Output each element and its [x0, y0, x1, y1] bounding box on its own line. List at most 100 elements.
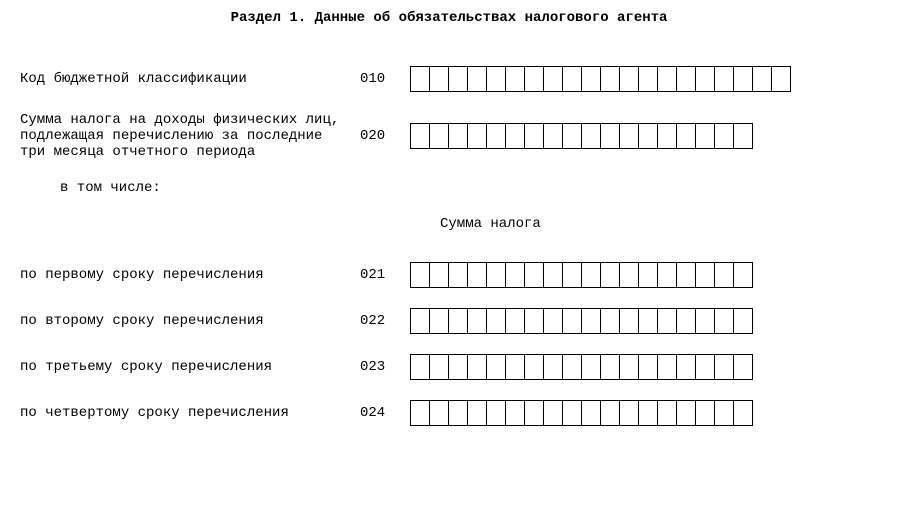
input-cell[interactable]: [771, 66, 791, 92]
input-cell[interactable]: [638, 66, 658, 92]
input-cell[interactable]: [562, 262, 582, 288]
input-cell[interactable]: [714, 262, 734, 288]
input-cell[interactable]: [676, 66, 696, 92]
input-cell[interactable]: [695, 262, 715, 288]
input-cell[interactable]: [733, 354, 753, 380]
input-cell[interactable]: [562, 354, 582, 380]
input-cell[interactable]: [467, 354, 487, 380]
input-cell[interactable]: [410, 354, 430, 380]
input-cell[interactable]: [695, 123, 715, 149]
input-cell[interactable]: [543, 123, 563, 149]
input-cell[interactable]: [638, 354, 658, 380]
input-cell[interactable]: [448, 123, 468, 149]
input-cell[interactable]: [524, 354, 544, 380]
input-cell[interactable]: [695, 66, 715, 92]
input-cell[interactable]: [562, 123, 582, 149]
input-cell[interactable]: [714, 123, 734, 149]
input-cell[interactable]: [448, 66, 468, 92]
input-cell[interactable]: [581, 123, 601, 149]
input-cell[interactable]: [448, 262, 468, 288]
input-cell[interactable]: [467, 66, 487, 92]
input-cell[interactable]: [486, 354, 506, 380]
input-cell[interactable]: [600, 123, 620, 149]
input-cell[interactable]: [638, 308, 658, 334]
input-cell[interactable]: [505, 354, 525, 380]
input-cell[interactable]: [467, 400, 487, 426]
input-cell[interactable]: [657, 354, 677, 380]
input-cell[interactable]: [714, 308, 734, 334]
input-cell[interactable]: [543, 308, 563, 334]
row-021-cells[interactable]: [410, 262, 753, 288]
input-cell[interactable]: [638, 123, 658, 149]
input-cell[interactable]: [695, 308, 715, 334]
input-cell[interactable]: [429, 308, 449, 334]
input-cell[interactable]: [619, 262, 639, 288]
input-cell[interactable]: [505, 308, 525, 334]
input-cell[interactable]: [657, 66, 677, 92]
input-cell[interactable]: [410, 123, 430, 149]
input-cell[interactable]: [581, 308, 601, 334]
input-cell[interactable]: [486, 308, 506, 334]
input-cell[interactable]: [619, 123, 639, 149]
input-cell[interactable]: [543, 66, 563, 92]
input-cell[interactable]: [410, 400, 430, 426]
input-cell[interactable]: [733, 308, 753, 334]
input-cell[interactable]: [600, 66, 620, 92]
input-cell[interactable]: [657, 123, 677, 149]
input-cell[interactable]: [619, 66, 639, 92]
input-cell[interactable]: [448, 400, 468, 426]
input-cell[interactable]: [505, 400, 525, 426]
input-cell[interactable]: [429, 400, 449, 426]
input-cell[interactable]: [638, 400, 658, 426]
input-cell[interactable]: [524, 262, 544, 288]
input-cell[interactable]: [714, 66, 734, 92]
input-cell[interactable]: [581, 354, 601, 380]
input-cell[interactable]: [676, 123, 696, 149]
input-cell[interactable]: [581, 262, 601, 288]
input-cell[interactable]: [733, 262, 753, 288]
input-cell[interactable]: [524, 123, 544, 149]
input-cell[interactable]: [657, 400, 677, 426]
input-cell[interactable]: [600, 262, 620, 288]
input-cell[interactable]: [638, 262, 658, 288]
input-cell[interactable]: [714, 354, 734, 380]
input-cell[interactable]: [467, 262, 487, 288]
input-cell[interactable]: [562, 308, 582, 334]
input-cell[interactable]: [429, 262, 449, 288]
input-cell[interactable]: [676, 354, 696, 380]
input-cell[interactable]: [600, 354, 620, 380]
input-cell[interactable]: [733, 400, 753, 426]
input-cell[interactable]: [543, 354, 563, 380]
input-cell[interactable]: [581, 66, 601, 92]
input-cell[interactable]: [657, 262, 677, 288]
input-cell[interactable]: [619, 354, 639, 380]
input-cell[interactable]: [619, 400, 639, 426]
input-cell[interactable]: [467, 123, 487, 149]
input-cell[interactable]: [752, 66, 772, 92]
input-cell[interactable]: [410, 262, 430, 288]
input-cell[interactable]: [543, 400, 563, 426]
input-cell[interactable]: [733, 66, 753, 92]
input-cell[interactable]: [695, 400, 715, 426]
input-cell[interactable]: [543, 262, 563, 288]
row-010-cells[interactable]: [410, 66, 791, 92]
input-cell[interactable]: [505, 262, 525, 288]
input-cell[interactable]: [676, 308, 696, 334]
input-cell[interactable]: [676, 262, 696, 288]
input-cell[interactable]: [600, 400, 620, 426]
input-cell[interactable]: [486, 262, 506, 288]
input-cell[interactable]: [619, 308, 639, 334]
input-cell[interactable]: [429, 354, 449, 380]
input-cell[interactable]: [562, 400, 582, 426]
input-cell[interactable]: [448, 354, 468, 380]
input-cell[interactable]: [562, 66, 582, 92]
input-cell[interactable]: [600, 308, 620, 334]
input-cell[interactable]: [467, 308, 487, 334]
input-cell[interactable]: [505, 123, 525, 149]
input-cell[interactable]: [429, 123, 449, 149]
input-cell[interactable]: [657, 308, 677, 334]
input-cell[interactable]: [448, 308, 468, 334]
input-cell[interactable]: [524, 308, 544, 334]
input-cell[interactable]: [505, 66, 525, 92]
input-cell[interactable]: [524, 66, 544, 92]
